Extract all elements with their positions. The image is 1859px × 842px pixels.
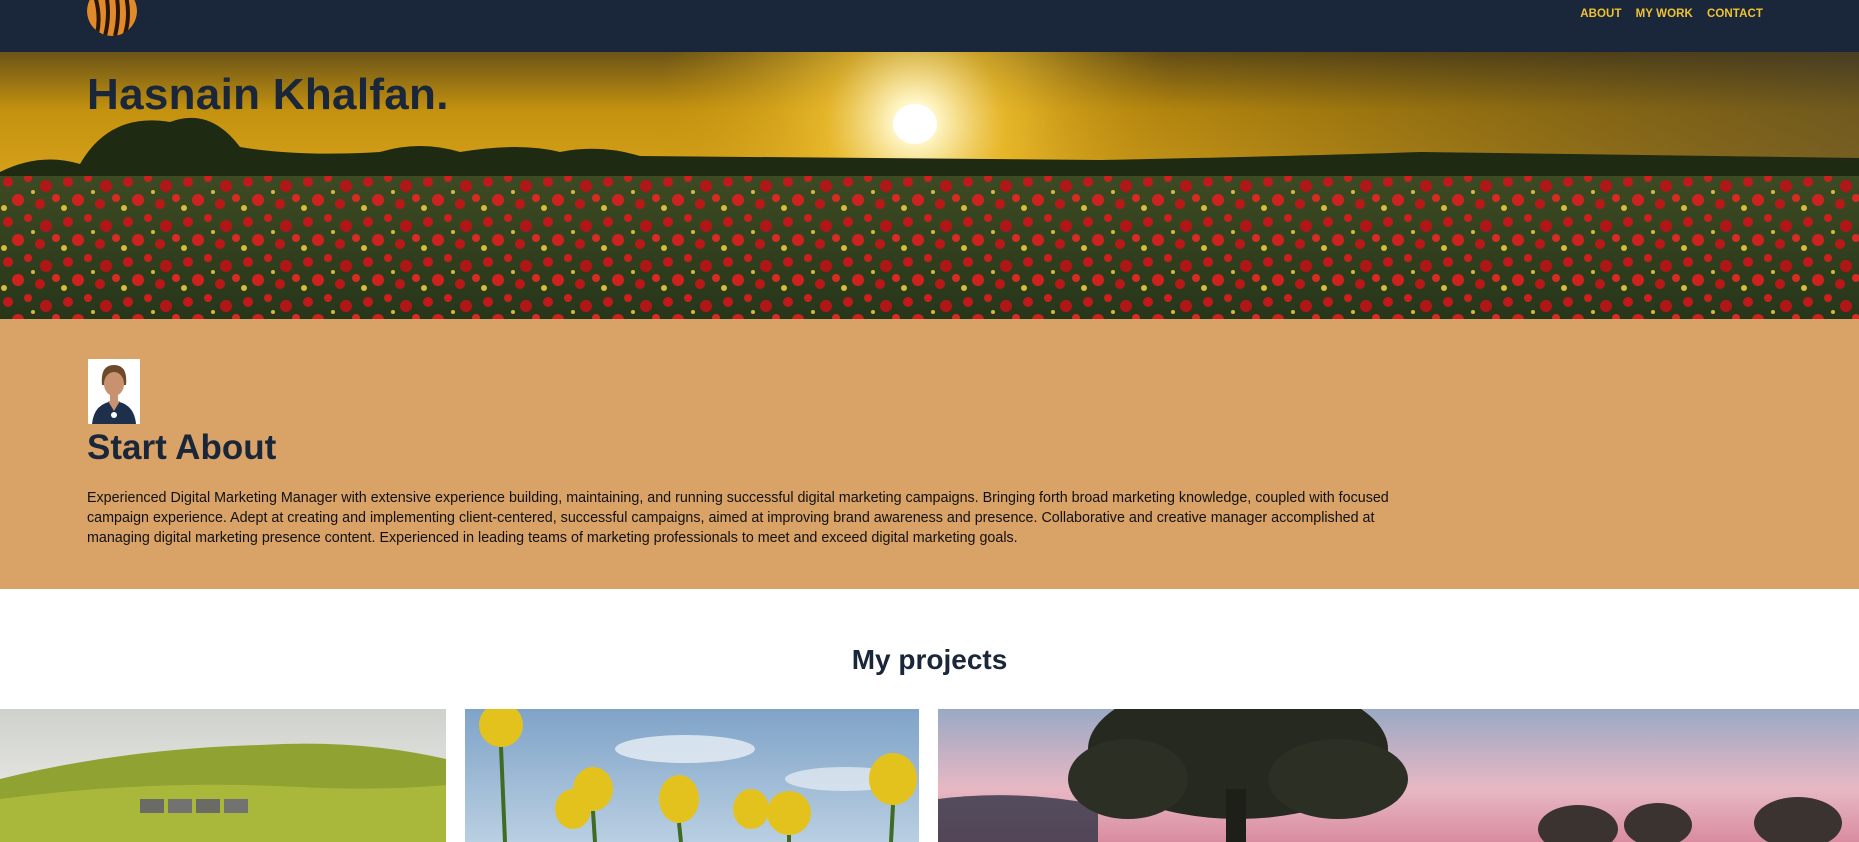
nav-link-contact[interactable]: CONTACT <box>1707 8 1763 20</box>
project-card-1[interactable] <box>0 709 446 842</box>
nav-links: ABOUT MY WORK CONTACT <box>1580 8 1763 20</box>
yellow-tulips-sky-image <box>465 709 919 842</box>
person-avatar-icon <box>88 359 140 424</box>
project-card-3[interactable] <box>938 709 1859 842</box>
projects-title: My projects <box>851 644 1008 675</box>
about-title: Start About <box>87 428 277 467</box>
green-hills-barns-image <box>0 709 446 842</box>
tree-pink-sunset-image <box>938 709 1859 842</box>
hero-banner: Hasnain Khalfan. <box>0 52 1859 319</box>
about-paragraph: Experienced Digital Marketing Manager wi… <box>87 490 1389 546</box>
nav-link-my-work[interactable]: MY WORK <box>1636 8 1693 20</box>
hero-title: Hasnain Khalfan. <box>87 70 449 119</box>
tiger-stripe-logo-icon[interactable] <box>87 0 137 36</box>
project-card-2[interactable] <box>465 709 919 842</box>
about-section: Start About Experienced Digital Marketin… <box>0 319 1859 589</box>
nav-link-about[interactable]: ABOUT <box>1580 8 1621 20</box>
top-navbar: ABOUT MY WORK CONTACT <box>0 0 1859 52</box>
